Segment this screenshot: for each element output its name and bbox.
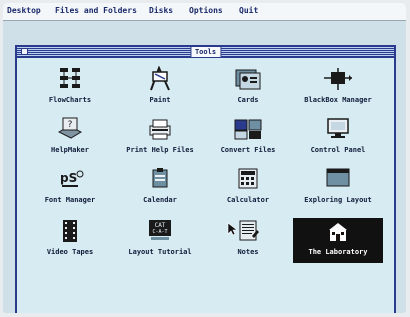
tool-control-panel[interactable]: Control Panel xyxy=(293,116,383,161)
window-title: Tools xyxy=(189,47,222,57)
tool-paint[interactable]: Paint xyxy=(115,66,205,111)
helpmaker-icon: ? xyxy=(57,117,83,139)
icon-label: Cards xyxy=(237,96,259,104)
convert-files-icon xyxy=(234,119,262,140)
icon-label: BlackBox Manager xyxy=(304,96,372,104)
tool-cards[interactable]: Cards xyxy=(203,66,293,111)
mouse-pointer-icon xyxy=(227,222,237,236)
flowchart-icon xyxy=(60,68,80,88)
svg-text:pS: pS xyxy=(60,171,77,185)
menu-bar: Desktop Files and Folders Disks Options … xyxy=(3,3,406,21)
menu-quit[interactable]: Quit xyxy=(239,6,258,15)
tool-notes[interactable]: Notes xyxy=(203,218,293,263)
tool-calendar[interactable]: Calendar xyxy=(115,166,205,211)
icon-label: Convert Files xyxy=(220,146,276,154)
tool-font-manager[interactable]: pS Font Manager xyxy=(25,166,115,211)
desktop: Tools FlowCharts Paint Cards BlackBox Ma… xyxy=(3,21,406,313)
svg-text:?: ? xyxy=(68,120,73,130)
icon-label: Font Manager xyxy=(44,196,96,204)
tools-window: Tools FlowCharts Paint Cards BlackBox Ma… xyxy=(15,45,396,313)
menu-desktop[interactable]: Desktop xyxy=(7,6,41,15)
cards-icon xyxy=(235,69,261,90)
icon-label: The Laboratory xyxy=(308,248,368,256)
paint-easel-icon xyxy=(150,66,170,91)
tool-the-laboratory[interactable]: The Laboratory xyxy=(293,218,383,263)
icon-label: Control Panel xyxy=(310,146,366,154)
calculator-icon xyxy=(238,168,258,189)
tool-calculator[interactable]: Calculator xyxy=(203,166,293,211)
icon-label: Notes xyxy=(237,248,259,256)
tool-flowcharts[interactable]: FlowCharts xyxy=(25,66,115,111)
icon-label: Calendar xyxy=(143,196,177,204)
film-icon xyxy=(63,220,77,242)
tool-convert-files[interactable]: Convert Files xyxy=(203,116,293,161)
window-titlebar[interactable]: Tools xyxy=(17,47,394,58)
icon-label: Video Tapes xyxy=(46,248,94,256)
menu-files-and-folders[interactable]: Files and Folders xyxy=(55,6,137,15)
laboratory-icon xyxy=(329,223,347,241)
close-box[interactable] xyxy=(21,48,28,55)
menu-disks[interactable]: Disks xyxy=(149,6,173,15)
icon-label: HelpMaker xyxy=(51,146,89,154)
printer-icon xyxy=(149,119,171,140)
monitor-icon xyxy=(327,118,349,138)
icon-label: FlowCharts xyxy=(48,96,92,104)
tool-video-tapes[interactable]: Video Tapes xyxy=(25,218,115,263)
svg-text:CAT: CAT xyxy=(155,222,166,229)
screen: Desktop Files and Folders Disks Options … xyxy=(3,3,406,313)
icon-label: Paint xyxy=(149,96,171,104)
menu-options[interactable]: Options xyxy=(189,6,223,15)
layout-icon xyxy=(326,168,350,187)
tool-layout-tutorial[interactable]: CAT C-A-T Layout Tutorial xyxy=(115,218,205,263)
tool-exploring-layout[interactable]: Exploring Layout xyxy=(293,166,383,211)
tool-print-help-files[interactable]: Print Help Files xyxy=(115,116,205,161)
icon-label: Print Help Files xyxy=(126,146,194,154)
icon-label: Layout Tutorial xyxy=(128,248,192,256)
calendar-icon xyxy=(152,168,168,188)
icon-label: Calculator xyxy=(226,196,270,204)
svg-text:C-A-T: C-A-T xyxy=(152,229,167,235)
tutorial-icon: CAT C-A-T xyxy=(149,220,171,240)
icon-label: Exploring Layout xyxy=(304,196,372,204)
window-content: FlowCharts Paint Cards BlackBox Manager … xyxy=(17,58,394,313)
font-manager-icon: pS xyxy=(60,170,84,187)
blackbox-icon xyxy=(324,68,352,90)
tool-blackbox-manager[interactable]: BlackBox Manager xyxy=(293,66,383,111)
tool-helpmaker[interactable]: ? HelpMaker xyxy=(25,116,115,161)
